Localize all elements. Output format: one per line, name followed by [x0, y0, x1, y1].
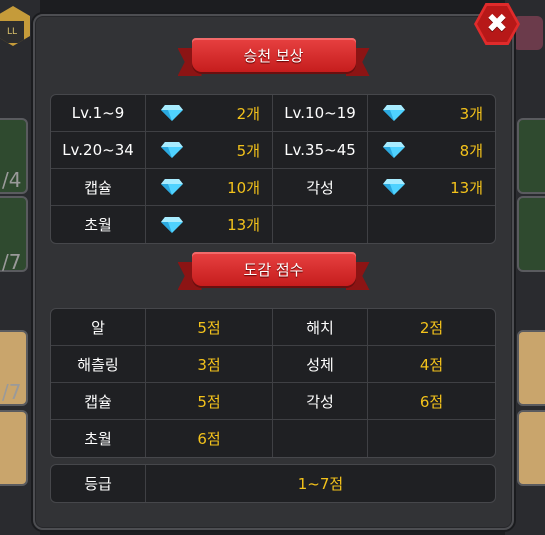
hex-badge-icon: LL [0, 6, 30, 46]
score-title-ribbon: 도감 점수 [177, 252, 370, 290]
reward-value: 2개 [236, 104, 260, 123]
reward-value: 3개 [459, 104, 483, 123]
score-value: 6점 [146, 420, 273, 457]
reward-level-label [273, 206, 368, 243]
reward-level-label: Lv.35~45 [273, 132, 368, 169]
score-stage-label: 초월 [51, 420, 146, 457]
reward-value: 10개 [227, 178, 260, 197]
score-stage-label: 해츨링 [51, 346, 146, 383]
score-stage-label: 각성 [273, 383, 368, 420]
reward-level-label: 각성 [273, 169, 368, 206]
bg-count: /7 [2, 380, 22, 404]
bg-card [517, 118, 545, 194]
grade-value: 1~7점 [297, 475, 344, 493]
diamond-icon [383, 105, 405, 121]
score-stage-label: 알 [51, 309, 146, 346]
score-stage-label [273, 420, 368, 457]
diamond-icon [161, 105, 183, 121]
diamond-icon [161, 216, 183, 233]
score-value: 5점 [146, 383, 273, 420]
score-value: 3점 [146, 346, 273, 383]
table-row: 알 5점 해치 2점 [51, 309, 495, 346]
score-value: 6점 [368, 383, 495, 420]
table-row: 캡슐 5점 각성 6점 [51, 383, 495, 420]
score-value: 5점 [146, 309, 273, 346]
reward-value-cell: 2개 [146, 95, 273, 132]
diamond-icon [161, 142, 183, 158]
score-value [368, 420, 495, 457]
reward-value-cell: 10개 [146, 169, 273, 206]
diamond-icon [161, 179, 183, 195]
table-row: 캡슐 10개 각성 13개 [51, 169, 495, 206]
diamond-icon [383, 142, 405, 158]
table-row: 해츨링 3점 성체 4점 [51, 346, 495, 383]
diamond-icon [383, 179, 405, 195]
bg-card [517, 196, 545, 272]
reward-value-cell: 5개 [146, 132, 273, 169]
score-stage-label: 해치 [273, 309, 368, 346]
bg-count: /4 [2, 168, 22, 192]
reward-level-label: 초월 [51, 206, 146, 243]
score-value: 2점 [368, 309, 495, 346]
reward-level-label: Lv.10~19 [273, 95, 368, 132]
reward-value-cell: 8개 [368, 132, 495, 169]
reward-value: 8개 [459, 141, 483, 160]
reward-value-cell [368, 206, 495, 243]
table-row: 초월 13개 [51, 206, 495, 243]
reward-value-cell: 13개 [146, 206, 273, 243]
reward-value-cell: 13개 [368, 169, 495, 206]
bg-count: /7 [2, 250, 22, 274]
ascension-info-dialog: 승천 보상 Lv.1~9 2개 Lv.10~19 3개 Lv.20~34 5개 … [33, 14, 514, 530]
score-stage-label: 성체 [273, 346, 368, 383]
grade-table: 등급 1~7점 [50, 464, 496, 503]
reward-level-label: Lv.20~34 [51, 132, 146, 169]
bg-card [0, 410, 28, 486]
score-table: 알 5점 해치 2점 해츨링 3점 성체 4점 캡슐 5점 각성 6점 초월 6… [50, 308, 496, 458]
reward-title-ribbon: 승천 보상 [177, 38, 370, 76]
reward-value: 13개 [450, 178, 483, 197]
table-row: Lv.20~34 5개 Lv.35~45 8개 [51, 132, 495, 169]
grade-label: 등급 [51, 465, 146, 502]
table-row: 초월 6점 [51, 420, 495, 457]
score-stage-label: 캡슐 [51, 383, 146, 420]
reward-level-label: Lv.1~9 [51, 95, 146, 132]
reward-level-label: 캡슐 [51, 169, 146, 206]
bg-card [517, 410, 545, 486]
score-value: 4점 [368, 346, 495, 383]
table-row: 등급 1~7점 [51, 465, 495, 502]
score-title: 도감 점수 [191, 252, 356, 286]
close-icon: ✖ [486, 9, 508, 39]
reward-value: 5개 [236, 141, 260, 160]
table-row: Lv.1~9 2개 Lv.10~19 3개 [51, 95, 495, 132]
reward-title: 승천 보상 [191, 38, 356, 72]
bg-card [517, 330, 545, 406]
reward-table: Lv.1~9 2개 Lv.10~19 3개 Lv.20~34 5개 Lv.35~… [50, 94, 496, 244]
reward-value: 13개 [227, 216, 260, 234]
reward-value-cell: 3개 [368, 95, 495, 132]
